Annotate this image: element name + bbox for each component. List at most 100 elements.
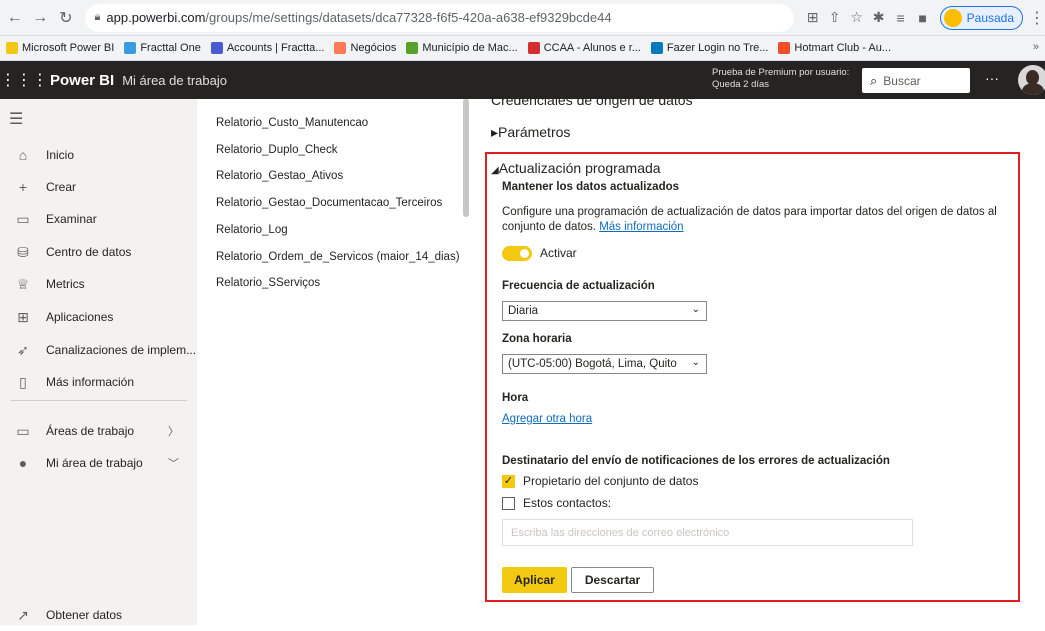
bookmark-item[interactable]: Negócios xyxy=(334,42,396,54)
nav-item-6[interactable]: ➶ Canalizaciones de implem... xyxy=(0,334,197,366)
bookmark-favicon-icon xyxy=(334,42,347,54)
bookmark-label: Negócios xyxy=(350,42,397,54)
nav-item-get-data[interactable]: ↗ Obtener datos xyxy=(0,599,197,631)
bookmark-item[interactable]: CCAA - Alunos e r... xyxy=(527,42,641,54)
nav-item-label: Mi área de trabajo xyxy=(46,456,143,470)
chevron-right-icon: 〉 xyxy=(168,426,179,438)
email-input[interactable]: Escriba las direcciones de correo electr… xyxy=(502,519,913,546)
sidepanel-icon[interactable]: ■ xyxy=(912,10,934,26)
dataset-item[interactable]: Relatorio_Log xyxy=(216,224,288,236)
address-bar[interactable]: 🔒︎ app.powerbi.com/groups/me/settings/da… xyxy=(84,3,794,32)
lock-icon: 🔒︎ xyxy=(94,11,101,23)
left-nav: ☰ ⌂ Inicio + Crear ▭ Examinar ⛁ Centro de datos… xyxy=(0,99,197,625)
frequency-value: Diaria xyxy=(508,305,539,317)
premium-line-1: Prueba de Premium por usuario: xyxy=(712,67,850,78)
book-icon: ▯ xyxy=(19,373,27,390)
notify-recipient-label: Destinatario del envío de notificaciones… xyxy=(502,455,890,467)
nav-item-4[interactable]: ♕ Metrics xyxy=(0,268,197,300)
share-icon[interactable]: ⇧ xyxy=(824,9,846,26)
bookmark-item[interactable]: Hotmart Club - Au... xyxy=(778,42,891,54)
forward-arrow-icon[interactable]: → xyxy=(30,6,52,30)
nav-item-workspaces[interactable]: ▭ Áreas de trabajo 〉 xyxy=(0,415,197,447)
bookmark-favicon-icon xyxy=(124,42,137,54)
owner-checkbox[interactable]: ✓ xyxy=(502,475,515,488)
translate-icon[interactable]: ⊞ xyxy=(802,9,824,26)
hamburger-menu-icon[interactable]: ☰ xyxy=(9,109,23,129)
nav-item-2[interactable]: ▭ Examinar xyxy=(0,203,197,235)
app-launcher-icon[interactable]: ⋮⋮⋮ xyxy=(0,70,48,90)
add-time-link[interactable]: Agregar otra hora xyxy=(502,413,592,425)
nav-item-7[interactable]: ▯ Más información xyxy=(0,366,197,398)
bookmark-item[interactable]: Microsoft Power BI xyxy=(6,42,114,54)
star-icon[interactable]: ☆ xyxy=(846,9,868,26)
bookmark-label: Microsoft Power BI xyxy=(22,42,115,54)
nav-item-my-workspace[interactable]: ● Mi área de trabajo ﹀ xyxy=(0,447,197,479)
profile-avatar xyxy=(943,8,962,27)
bookmark-item[interactable]: Accounts | Fractta... xyxy=(210,42,324,54)
bookmark-favicon-icon xyxy=(6,42,18,54)
nav-item-label: Examinar xyxy=(46,212,97,226)
scheduled-refresh-toggle[interactable]: ◢Actualización programada xyxy=(491,160,661,176)
parameters-section-toggle[interactable]: ▸Parámetros xyxy=(491,124,570,141)
bookmark-favicon-icon xyxy=(650,42,663,54)
email-placeholder: Escriba las direcciones de correo electr… xyxy=(511,526,730,539)
nav-item-1[interactable]: + Crear xyxy=(0,171,197,203)
url-path: /groups/me/settings/datasets/dca77328-f6… xyxy=(205,10,612,25)
dataset-item[interactable]: Relatorio_Ordem_de_Servicos (maior_14_di… xyxy=(216,251,460,263)
nav-item-label: Centro de datos xyxy=(46,245,132,259)
bookmark-item[interactable]: Fazer Login no Tre... xyxy=(650,42,769,54)
frequency-select[interactable]: Diaria ⌄ xyxy=(502,301,707,321)
database-icon: ⛁ xyxy=(17,243,29,260)
bookmark-item[interactable]: Município de Mac... xyxy=(406,42,518,54)
dataset-item[interactable]: Relatorio_Gestao_Ativos xyxy=(216,170,343,182)
nav-item-label: Inicio xyxy=(46,148,75,162)
dataset-list-scrollbar[interactable] xyxy=(463,99,469,217)
timezone-select[interactable]: (UTC-05:00) Bogotá, Lima, Quito ⌄ xyxy=(502,354,707,374)
nav-item-0[interactable]: ⌂ Inicio xyxy=(0,139,197,171)
more-options-icon[interactable]: ··· xyxy=(985,70,999,86)
refresh-toggle[interactable] xyxy=(502,246,532,261)
profile-paused-button[interactable]: Pausada xyxy=(939,5,1024,30)
timezone-value: (UTC-05:00) Bogotá, Lima, Quito xyxy=(508,358,677,370)
nav-divider xyxy=(10,400,187,401)
nav-item-label: Crear xyxy=(46,180,77,194)
dataset-item[interactable]: Relatorio_SServiços xyxy=(216,277,320,289)
browser-menu-icon[interactable]: ⋮ xyxy=(1029,8,1045,28)
chevron-down-icon: ⌄ xyxy=(691,357,700,368)
contacts-checkbox[interactable] xyxy=(502,497,515,510)
chevron-down-icon: ⌄ xyxy=(691,304,700,315)
breadcrumb-workspace[interactable]: Mi área de trabajo xyxy=(122,73,227,88)
dataset-list: Relatorio_Custo_Manutencao Relatorio_Dupl… xyxy=(216,99,466,625)
description-text: Configure una programación de actualizac… xyxy=(502,206,997,233)
more-info-link[interactable]: Más información xyxy=(599,221,683,233)
reload-icon[interactable]: ↻ xyxy=(55,6,77,30)
bookmark-item[interactable]: Fracttal One xyxy=(124,42,201,54)
reading-list-icon[interactable]: ≡ xyxy=(890,10,912,26)
bookmark-label: Fazer Login no Tre... xyxy=(666,42,769,54)
discard-button[interactable]: Descartar xyxy=(571,567,654,593)
frequency-label: Frecuencia de actualización xyxy=(502,280,655,292)
apply-button[interactable]: Aplicar xyxy=(502,567,567,593)
bookmark-label: CCAA - Alunos e r... xyxy=(543,42,641,54)
nav-item-5[interactable]: ⊞ Aplicaciones xyxy=(0,301,197,333)
bookmarks-overflow-icon[interactable]: » xyxy=(1033,41,1039,53)
dataset-item[interactable]: Relatorio_Duplo_Check xyxy=(216,144,337,156)
nav-item-label: Más información xyxy=(46,375,135,389)
premium-trial-badge[interactable]: Prueba de Premium por usuario: Queda 2 d… xyxy=(712,67,849,91)
bookmark-label: Município de Mac... xyxy=(422,42,518,54)
rocket-icon: ➶ xyxy=(17,341,29,358)
bookmark-label: Hotmart Club - Au... xyxy=(794,42,892,54)
back-arrow-icon[interactable]: ← xyxy=(4,6,26,30)
dataset-item[interactable]: Relatorio_Gestao_Documentacao_Terceiros xyxy=(216,197,442,209)
brand-title[interactable]: Power BI xyxy=(50,72,114,89)
dataset-item[interactable]: Relatorio_Custo_Manutencao xyxy=(216,117,368,129)
nav-item-label: Obtener datos xyxy=(46,608,123,622)
nav-item-label: Metrics xyxy=(46,277,85,291)
search-input[interactable]: ⌕ Buscar xyxy=(862,68,970,93)
user-workspace-icon: ● xyxy=(18,455,28,471)
user-avatar[interactable] xyxy=(1018,65,1045,95)
extensions-icon[interactable]: ✱ xyxy=(868,9,890,26)
nav-item-3[interactable]: ⛁ Centro de datos xyxy=(0,236,197,268)
nav-item-label: Aplicaciones xyxy=(46,310,114,324)
app-header: ⋮⋮⋮ Power BI Mi área de trabajo Prueba d… xyxy=(0,61,1045,99)
